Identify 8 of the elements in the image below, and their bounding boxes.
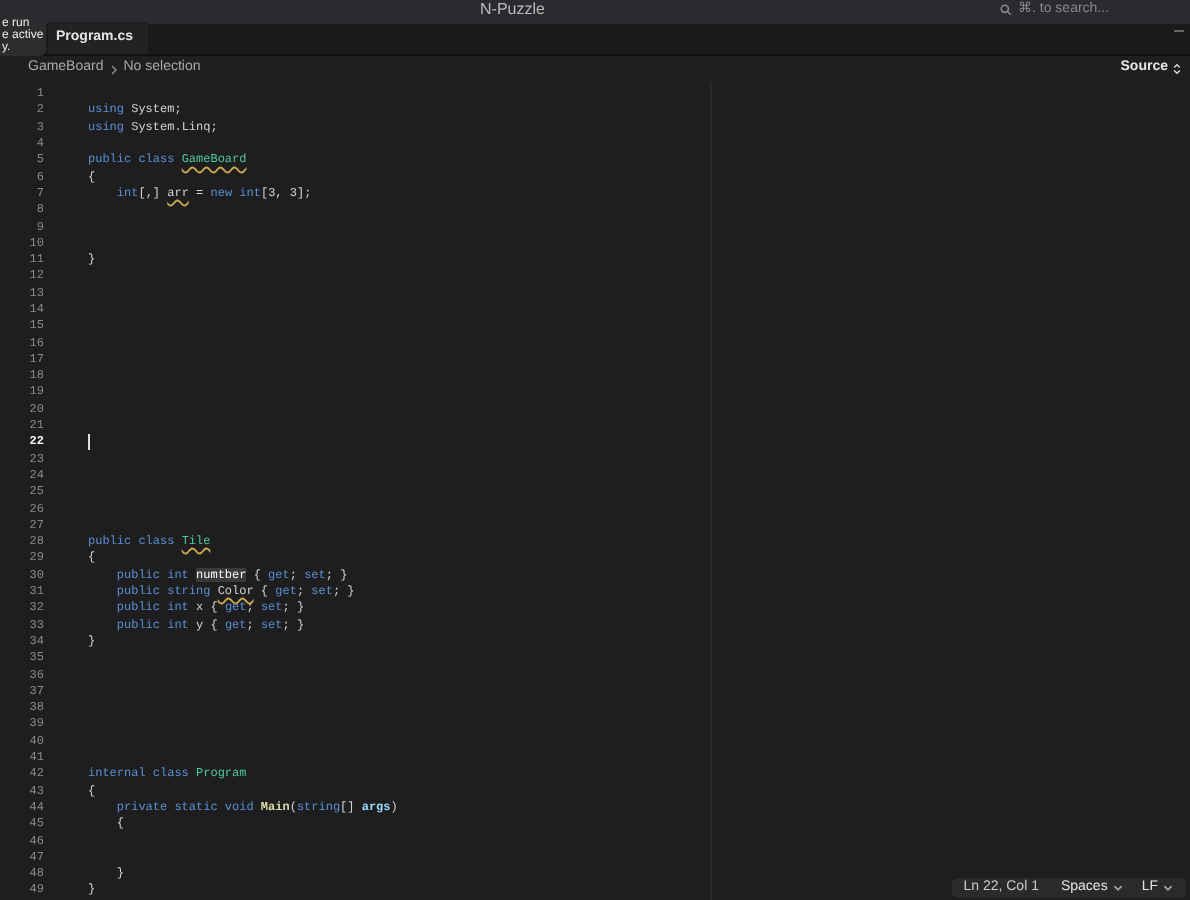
- text-cursor: [88, 434, 90, 451]
- chevron-right-icon: [109, 63, 118, 75]
- chevron-down-icon: [1111, 882, 1124, 894]
- up-down-chevron-icon: [1172, 62, 1182, 76]
- chevron-down-icon: [1162, 882, 1174, 894]
- search-icon: [1000, 4, 1012, 16]
- minimize-icon: [1174, 30, 1184, 32]
- window-title: N-Puzzle: [480, 0, 545, 18]
